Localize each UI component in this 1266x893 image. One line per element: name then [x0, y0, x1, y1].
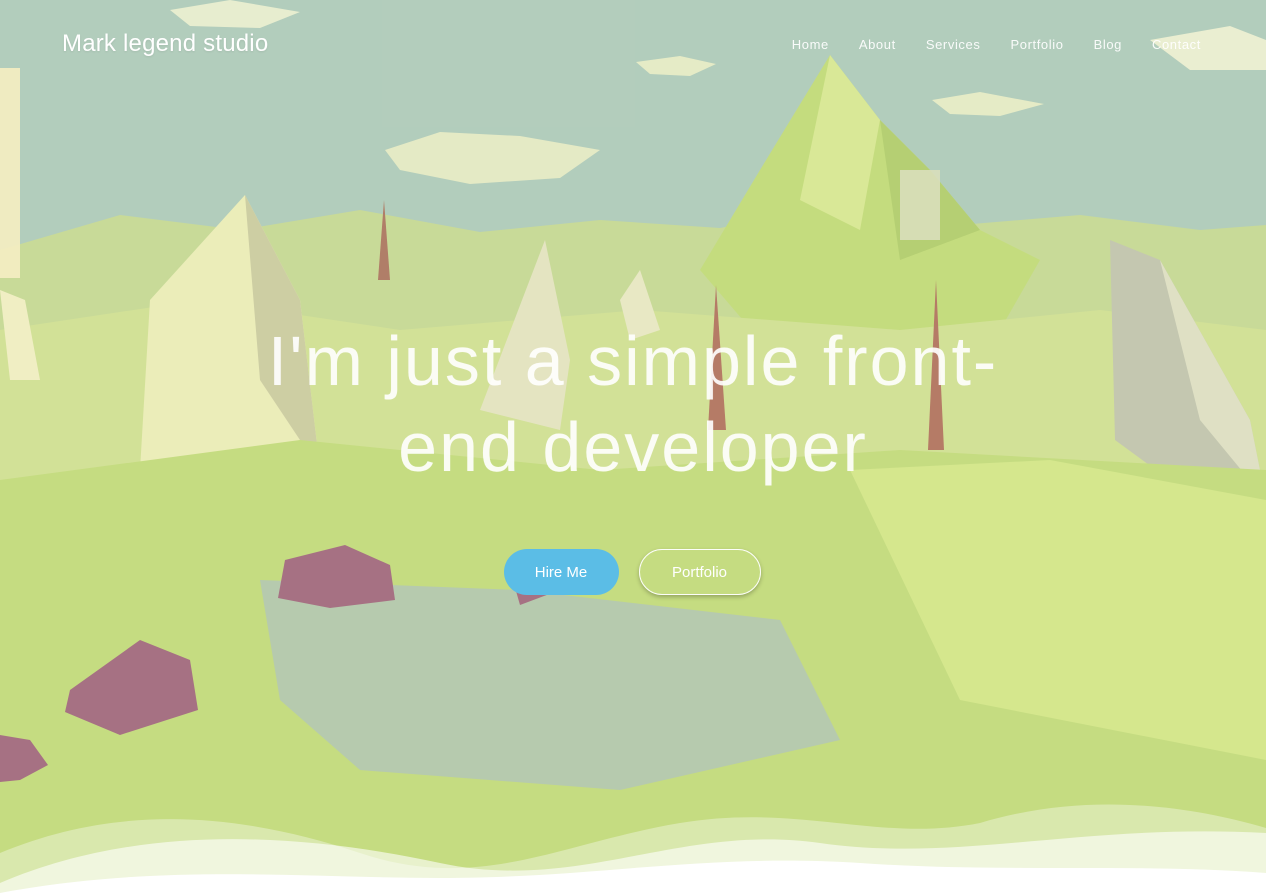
nav-item-home: Home [792, 36, 829, 54]
brand-logo-text[interactable]: Mark legend studio [62, 30, 268, 58]
nav-menu: Home About Services Portfolio Blog Conta… [792, 36, 1201, 54]
hire-me-button[interactable]: Hire Me [503, 549, 619, 595]
nav-link-services[interactable]: Services [926, 37, 981, 52]
nav-link-contact[interactable]: Contact [1152, 37, 1201, 52]
portfolio-button[interactable]: Portfolio [638, 549, 761, 595]
nav-item-about: About [859, 36, 896, 54]
hero-headline-line-1: I'm just a simple front- [267, 322, 999, 400]
bottom-wave-divider [0, 804, 1266, 893]
nav-item-contact: Contact [1152, 36, 1201, 54]
nav-item-services: Services [926, 36, 981, 54]
nav-link-portfolio[interactable]: Portfolio [1010, 37, 1063, 52]
nav-link-blog[interactable]: Blog [1094, 37, 1122, 52]
nav-item-portfolio: Portfolio [1010, 36, 1063, 54]
nav-link-home[interactable]: Home [792, 37, 829, 52]
hero-actions: Hire Me Portfolio [0, 549, 1266, 595]
top-navbar: Mark legend studio Home About Services P… [0, 0, 1266, 88]
hero-headline-line-2: end developer [398, 408, 868, 486]
hero-section: Mark legend studio Home About Services P… [0, 0, 1266, 893]
hero-headline: I'm just a simple front- end developer [0, 318, 1266, 490]
nav-item-blog: Blog [1094, 36, 1122, 54]
nav-link-about[interactable]: About [859, 37, 896, 52]
